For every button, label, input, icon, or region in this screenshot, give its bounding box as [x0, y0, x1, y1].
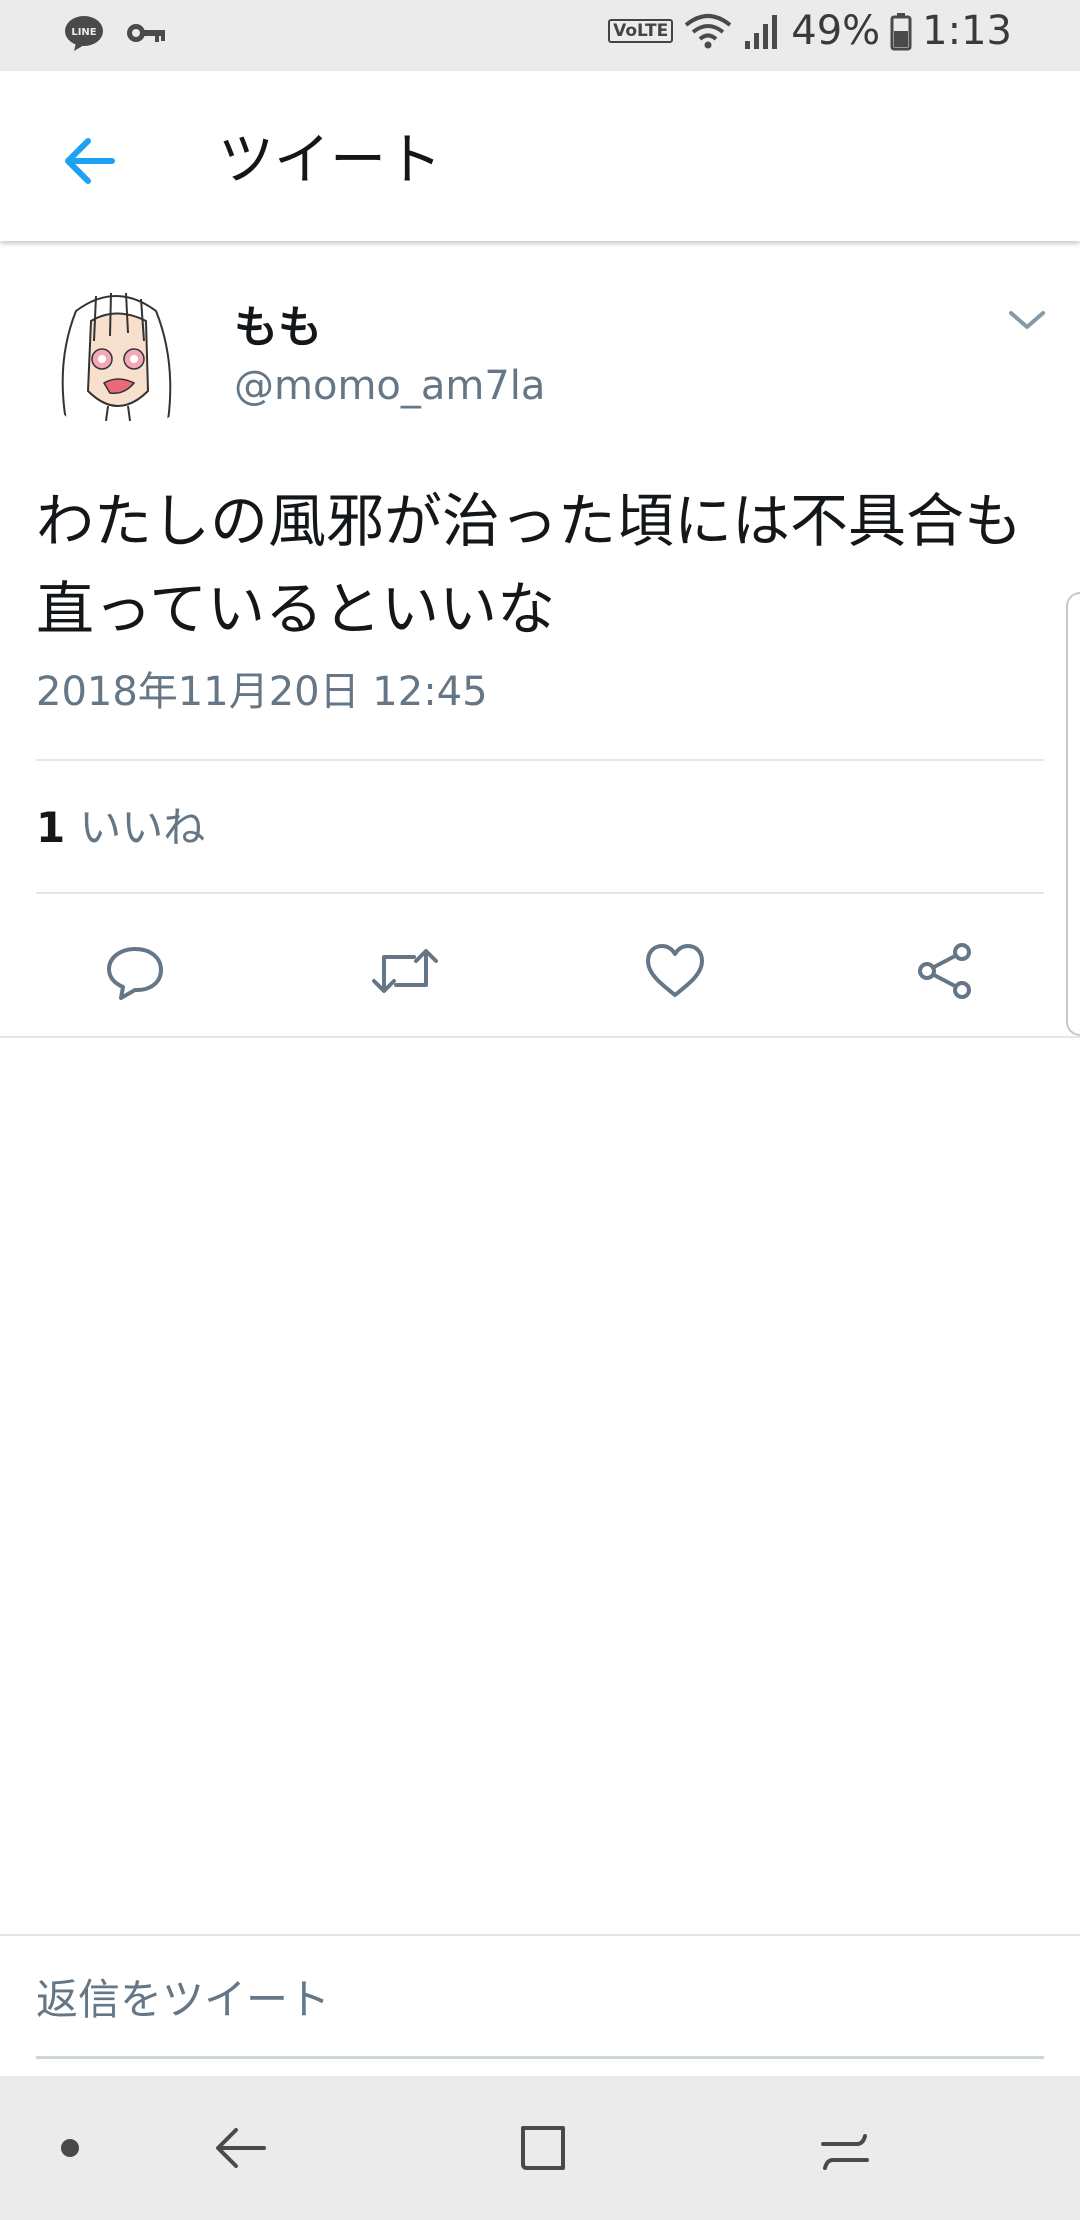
avatar-illustration: [36, 271, 200, 435]
status-bar: LINE VoLTE 49% 1:13: [0, 0, 1080, 71]
scroll-edge-handle[interactable]: [1066, 592, 1080, 1036]
avatar[interactable]: [36, 271, 200, 435]
tweet-timestamp: 2018年11月20日 12:45: [36, 669, 488, 715]
like-icon: [646, 944, 704, 997]
tweet-actions: [0, 921, 1080, 1021]
nav-dot-button[interactable]: [20, 2098, 120, 2198]
svg-text:LINE: LINE: [71, 27, 96, 38]
battery-icon: [890, 13, 912, 51]
reply-input-underline: [36, 2056, 1044, 2059]
status-time: 1:13: [922, 8, 1012, 54]
line-icon: LINE: [65, 16, 103, 51]
like-button[interactable]: [625, 921, 725, 1021]
arrow-left-icon: [65, 138, 115, 184]
retweet-icon: [372, 949, 438, 993]
volte-badge: VoLTE: [608, 19, 674, 43]
divider: [0, 1036, 1080, 1038]
divider: [0, 1934, 1080, 1936]
share-icon: [918, 943, 971, 999]
chevron-down-icon[interactable]: [1005, 305, 1049, 335]
battery-percent: 49%: [791, 8, 881, 54]
back-button[interactable]: [50, 121, 130, 201]
divider: [36, 892, 1044, 894]
key-icon: [127, 24, 165, 42]
signal-icon: [745, 15, 778, 49]
back-icon: [216, 2128, 266, 2168]
page-title: ツイート: [218, 128, 442, 193]
nav-back-button[interactable]: [190, 2098, 290, 2198]
share-button[interactable]: [895, 921, 995, 1021]
nav-home-button[interactable]: [493, 2098, 593, 2198]
reply-icon: [107, 947, 163, 1000]
tweet-text: わたしの風邪が治った頃には不具合も直っているといいな: [36, 487, 1023, 643]
retweet-button[interactable]: [355, 921, 455, 1021]
likes-count: 1: [36, 803, 66, 852]
wifi-icon: [684, 14, 732, 49]
home-icon: [521, 2126, 565, 2170]
likes-label: いいね: [79, 803, 206, 852]
app-bar: ツイート: [0, 71, 1080, 241]
nav-recents-button[interactable]: [795, 2098, 895, 2198]
status-bar-right: VoLTE 49% 1:13: [608, 8, 1012, 54]
status-bar-left: LINE: [64, 14, 166, 52]
author-name[interactable]: もも: [234, 301, 322, 355]
reply-button[interactable]: [85, 921, 185, 1021]
system-nav-bar: [0, 2076, 1080, 2220]
recents-icon: [821, 2134, 869, 2170]
reply-input[interactable]: 返信をツイート: [36, 1970, 330, 2030]
author-handle[interactable]: @momo_am7la: [234, 361, 545, 411]
dot-icon: [61, 2139, 79, 2157]
likes-summary[interactable]: 1 いいね: [36, 801, 205, 864]
divider: [36, 759, 1044, 761]
